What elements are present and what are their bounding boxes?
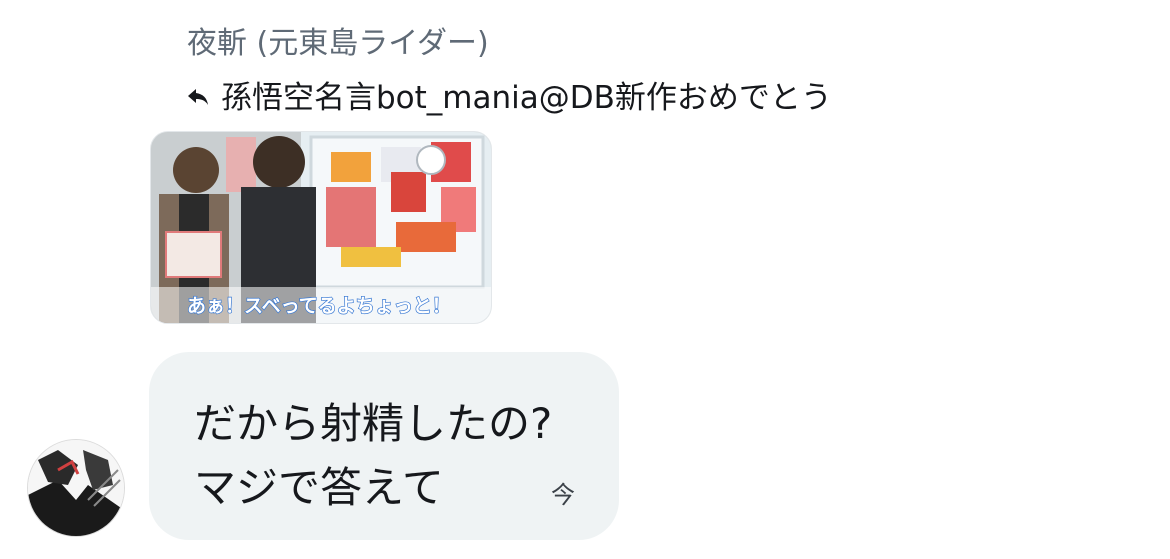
message-text-line-2: マジで答えて bbox=[194, 463, 444, 512]
dm-conversation: 夜斬 (元東島ライダー) 孫悟空名言bot_mania@DB新作おめでとう あぁ… bbox=[0, 0, 1170, 559]
message-timestamp: 今 bbox=[551, 481, 575, 509]
message-bubble[interactable]: だから射精したの? マジで答えて 今 bbox=[149, 352, 619, 540]
avatar[interactable] bbox=[27, 439, 125, 537]
thumbnail-image: あぁ！スベってるよちょっと！ bbox=[151, 132, 491, 323]
reply-reference[interactable]: 孫悟空名言bot_mania@DB新作おめでとう bbox=[185, 72, 832, 117]
reply-target-name: 孫悟空名言bot_mania@DB新作おめでとう bbox=[221, 80, 832, 116]
reply-arrow-icon bbox=[185, 82, 211, 108]
media-thumbnail[interactable]: あぁ！スベってるよちょっと！ bbox=[150, 131, 492, 324]
thumbnail-caption: あぁ！スベってるよちょっと！ bbox=[187, 295, 451, 317]
message-text-line-1: だから射精したの? bbox=[194, 399, 553, 448]
sender-name[interactable]: 夜斬 (元東島ライダー) bbox=[187, 18, 489, 62]
